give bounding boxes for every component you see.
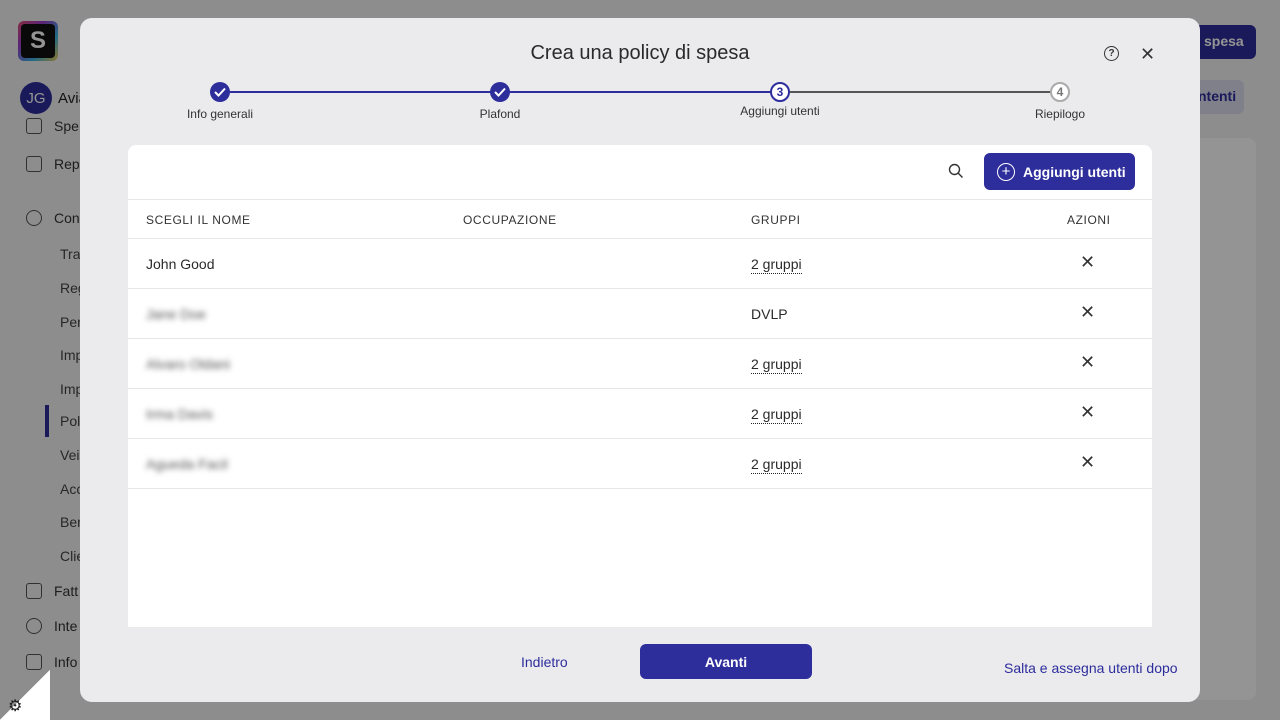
next-button[interactable]: Avanti <box>640 644 812 679</box>
create-policy-modal: Crea una policy di spesa ? ✕ Info genera… <box>80 18 1200 702</box>
close-icon[interactable]: ✕ <box>1140 44 1155 65</box>
step-connector <box>230 91 510 93</box>
groups-cell: DVLP <box>751 306 788 322</box>
step-connector <box>510 91 780 93</box>
groups-link[interactable]: 2 gruppi <box>751 256 802 274</box>
remove-user-close-icon[interactable]: ✕ <box>1080 402 1095 423</box>
remove-user-close-icon[interactable]: ✕ <box>1080 452 1095 473</box>
table-header: SCEGLI IL NOME OCCUPAZIONE GRUPPI AZIONI <box>128 199 1152 239</box>
search-icon[interactable] <box>948 163 964 179</box>
column-header-actions: AZIONI <box>1067 213 1111 227</box>
step-label: Riepilogo <box>1034 107 1086 121</box>
step-label: Info generali <box>186 107 254 121</box>
settings-corner[interactable]: ⚙ <box>0 670 50 720</box>
user-name-cell: Jane Doe <box>146 306 206 322</box>
column-header-groups: GRUPPI <box>751 213 801 227</box>
step-1-check-icon <box>210 82 230 102</box>
gear-icon: ⚙ <box>8 698 23 715</box>
groups-link[interactable]: 2 gruppi <box>751 356 802 374</box>
user-name-cell: John Good <box>146 256 215 272</box>
column-header-occupation: OCCUPAZIONE <box>463 213 557 227</box>
back-button[interactable]: Indietro <box>521 654 568 670</box>
modal-title: Crea una policy di spesa <box>530 42 750 64</box>
remove-user-close-icon[interactable]: ✕ <box>1080 252 1095 273</box>
step-label: Plafond <box>479 107 521 121</box>
user-name-cell: Alvaro Oldani <box>146 356 231 372</box>
table-row: Jane Doe DVLP ✕ <box>128 289 1152 339</box>
step-connector <box>790 91 1060 93</box>
skip-assign-users-link[interactable]: Salta e assegna utenti dopo <box>1004 660 1178 676</box>
groups-link[interactable]: 2 gruppi <box>751 456 802 474</box>
table-row: Agueda Facil 2 gruppi ✕ <box>128 439 1152 489</box>
user-name-cell: Agueda Facil <box>146 456 228 472</box>
groups-link[interactable]: 2 gruppi <box>751 406 802 424</box>
table-row: John Good 2 gruppi ✕ <box>128 239 1152 289</box>
step-label: Aggiungi utenti <box>740 104 820 118</box>
user-name-cell: Irma Davis <box>146 406 213 422</box>
help-icon[interactable]: ? <box>1104 46 1119 61</box>
column-header-name[interactable]: SCEGLI IL NOME <box>146 213 251 227</box>
plus-circle-icon: + <box>997 162 1015 181</box>
step-3-indicator: 3 <box>770 82 790 102</box>
remove-user-close-icon[interactable]: ✕ <box>1080 302 1095 323</box>
table-row: Alvaro Oldani 2 gruppi ✕ <box>128 339 1152 389</box>
table-row: Irma Davis 2 gruppi ✕ <box>128 389 1152 439</box>
step-2-check-icon <box>490 82 510 102</box>
users-table-card: + Aggiungi utenti SCEGLI IL NOME OCCUPAZ… <box>128 145 1152 627</box>
step-4-indicator: 4 <box>1050 82 1070 102</box>
remove-user-close-icon[interactable]: ✕ <box>1080 352 1095 373</box>
add-users-button[interactable]: + Aggiungi utenti <box>984 153 1135 190</box>
stepper: Info generali Plafond 3 Aggiungi utenti … <box>80 78 1200 128</box>
